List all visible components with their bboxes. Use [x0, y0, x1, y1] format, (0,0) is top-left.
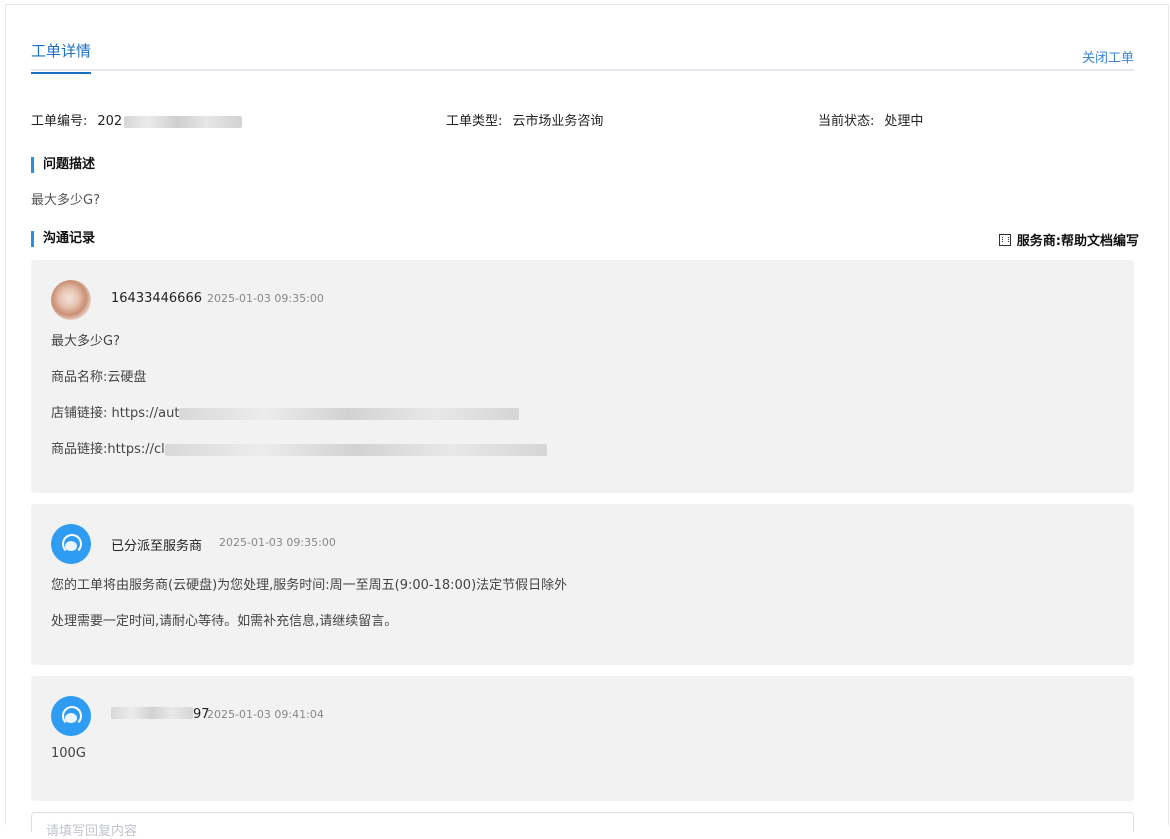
ticket-type: 工单类型: 云市场业务咨询 — [446, 110, 603, 129]
close-ticket-link[interactable]: 关闭工单 — [1082, 47, 1134, 66]
provider-info: 服务商:帮助文档编写 — [998, 230, 1139, 249]
message-line: 商品名称:云硬盘 — [51, 370, 147, 385]
ticket-number-value: 202 — [97, 114, 123, 129]
ticket-status-value: 处理中 — [884, 114, 924, 129]
ticket-status: 当前状态: 处理中 — [818, 110, 923, 129]
product-link[interactable]: 商品链接:https://cl — [51, 442, 165, 457]
avatar — [51, 280, 91, 320]
message-line: 处理需要一定时间,请耐心等待。如需补充信息,请继续留言。 — [51, 614, 398, 629]
message-time: 2025-01-03 09:35:00 — [207, 292, 324, 305]
redacted-blur — [164, 443, 547, 456]
reply-input[interactable]: 请填写回复内容 — [31, 812, 1134, 839]
message-time: 2025-01-03 09:35:00 — [219, 536, 336, 549]
redacted-blur — [124, 115, 243, 128]
ticket-number: 工单编号: 202 — [31, 110, 243, 129]
ticket-type-value: 云市场业务咨询 — [512, 114, 604, 129]
shop-link[interactable]: 店铺链接: https://aut — [51, 406, 179, 421]
reply-placeholder: 请填写回复内容 — [46, 824, 138, 839]
message-author: 已分派至服务商 — [111, 539, 203, 554]
provider-name: 服务商:帮助文档编写 — [1016, 234, 1139, 249]
message-time: 2025-01-03 09:41:04 — [207, 708, 324, 721]
message-author: 16433446666 — [111, 291, 202, 306]
tab-bar: 工单详情 关闭工单 — [31, 38, 1134, 74]
headset-icon — [51, 696, 91, 736]
message-line: 最大多少G? — [51, 334, 120, 349]
tab-ticket-detail[interactable]: 工单详情 — [31, 40, 92, 74]
redacted-blur — [179, 407, 520, 420]
message-card: 16433446666 2025-01-03 09:35:00 最大多少G? 商… — [31, 260, 1134, 493]
shop-link-line: 店铺链接: https://aut — [51, 402, 520, 421]
ticket-type-label: 工单类型: — [446, 114, 503, 129]
ticket-info-row: 工单编号: 202 工单类型: 云市场业务咨询 当前状态: 处理中 — [31, 110, 1134, 130]
ticket-status-label: 当前状态: — [818, 114, 875, 129]
headset-icon — [51, 524, 91, 564]
building-icon — [998, 234, 1011, 246]
message-card: 97 2025-01-03 09:41:04 100G — [31, 676, 1134, 801]
message-line: 您的工单将由服务商(云硬盘)为您处理,服务时间:周一至周五(9:00-18:00… — [51, 578, 568, 593]
communication-section-title: 沟通记录 — [31, 231, 95, 247]
message-card: 已分派至服务商 2025-01-03 09:35:00 您的工单将由服务商(云硬… — [31, 504, 1134, 665]
ticket-number-label: 工单编号: — [31, 114, 88, 129]
problem-section-title: 问题描述 — [31, 157, 95, 173]
message-line: 100G — [51, 746, 86, 761]
message-author: 97 — [111, 707, 210, 722]
redacted-blur — [111, 707, 193, 719]
problem-description: 最大多少G? — [31, 193, 100, 208]
product-link-line: 商品链接:https://cl — [51, 438, 547, 457]
